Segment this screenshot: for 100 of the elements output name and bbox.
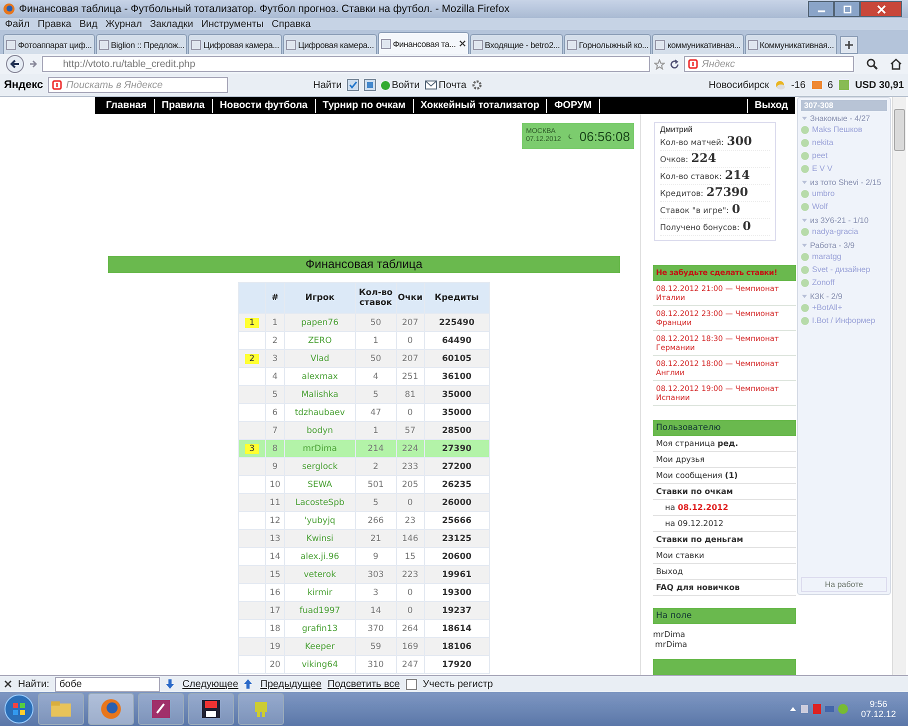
contact-group[interactable]: Работа - 3/9: [801, 241, 887, 250]
yandex-menu[interactable]: Яндекс: [4, 79, 44, 91]
down-arrow-icon[interactable]: [166, 679, 174, 689]
menu-link[interactable]: Мои ставки: [653, 548, 796, 564]
nav-link[interactable]: Новости футбола: [212, 98, 316, 112]
player-link[interactable]: serglock: [284, 458, 356, 476]
menu-link[interactable]: Ставки по деньгам: [653, 532, 796, 548]
player-link[interactable]: Kwinsi: [284, 530, 356, 548]
stat-value: 0: [742, 219, 751, 233]
table-cell: 223: [396, 566, 424, 584]
new-tab-button[interactable]: [840, 36, 858, 54]
back-button[interactable]: [6, 55, 24, 73]
contact-group[interactable]: из тото Shevi - 2/15: [801, 178, 887, 187]
nav-link[interactable]: ФОРУМ: [547, 98, 600, 112]
search-field[interactable]: Яндекс: [684, 56, 854, 72]
translate-icon[interactable]: [364, 79, 376, 91]
browser-tab[interactable]: Цифровая камера...: [283, 34, 377, 54]
nav-link[interactable]: Правила: [154, 98, 213, 112]
contact-group[interactable]: КЗК - 2/9: [801, 292, 887, 301]
browser-tab[interactable]: Цифровая камера...: [188, 34, 282, 54]
mail-count: 6: [828, 80, 834, 90]
online-user: mrDima: [653, 630, 686, 639]
forward-icon[interactable]: [28, 59, 38, 69]
group-name: КЗК - 2/9: [810, 292, 842, 301]
exit-link[interactable]: Выход: [746, 98, 795, 112]
player-link[interactable]: Vlad: [284, 350, 356, 368]
player-link[interactable]: papen76: [284, 314, 356, 332]
up-arrow-icon[interactable]: [244, 679, 252, 689]
home-icon[interactable]: [890, 58, 902, 70]
check-icon[interactable]: [346, 79, 359, 91]
menu-item[interactable]: Файл: [5, 18, 30, 30]
player-link[interactable]: bodyn: [284, 422, 356, 440]
table-cell: 2: [355, 458, 396, 476]
player-link[interactable]: Keeper: [284, 638, 356, 656]
envelope-icon: [424, 79, 437, 91]
find-field[interactable]: бобе: [55, 676, 160, 692]
date-link[interactable]: на 09.12.2012: [653, 516, 796, 532]
nav-link[interactable]: Хоккейный тотализатор: [414, 98, 548, 112]
table-cell: 19237: [424, 602, 490, 620]
menu-item[interactable]: Правка: [38, 18, 72, 30]
menu-link[interactable]: Моя страница ред.: [653, 436, 796, 452]
menu-item[interactable]: Справка: [272, 18, 311, 30]
highlight-all-button[interactable]: Подсветить все: [328, 678, 400, 690]
player-link[interactable]: veterok: [284, 566, 356, 584]
find-previous-button[interactable]: Предыдущее: [260, 678, 322, 690]
menu-item[interactable]: Журнал: [105, 18, 142, 30]
player-link[interactable]: LacosteSpb: [284, 494, 356, 512]
close-icon[interactable]: [4, 680, 12, 688]
system-tray-icons[interactable]: [788, 703, 849, 715]
menu-link[interactable]: Мои друзья: [653, 452, 796, 468]
player-link[interactable]: Malishka: [284, 386, 356, 404]
floppy-disk-taskbar-icon[interactable]: [188, 693, 234, 725]
browser-tab[interactable]: коммуникативная...: [652, 34, 744, 54]
menu-link[interactable]: Выход: [653, 564, 796, 580]
player-link[interactable]: fuad1997: [284, 602, 356, 620]
menu-item[interactable]: Инструменты: [201, 18, 264, 30]
browser-tab[interactable]: Входящие - betro2...: [470, 34, 563, 54]
search-field[interactable]: Поискать в Яндексе: [48, 77, 228, 93]
checkbox[interactable]: [406, 678, 417, 690]
login-button[interactable]: Войти: [380, 80, 420, 90]
date-link[interactable]: на 08.12.2012: [653, 500, 796, 516]
table-cell: 59: [355, 638, 396, 656]
table-cell: 28500: [424, 422, 490, 440]
minimize-button[interactable]: [808, 1, 834, 17]
browser-tab[interactable]: Biglion :: Предлож...: [96, 34, 188, 54]
search-engine-icon: [688, 59, 698, 69]
plus-icon: [844, 40, 854, 50]
browser-tab[interactable]: Коммуникативная...: [744, 34, 837, 54]
address-bar[interactable]: http://vtoto.ru/table_credit.php: [42, 56, 650, 72]
close-button[interactable]: [860, 1, 902, 17]
gear-icon[interactable]: [471, 79, 484, 91]
maximize-button[interactable]: [834, 1, 860, 17]
menu-link[interactable]: Ставки по очкам: [653, 484, 796, 500]
reload-icon[interactable]: [669, 58, 680, 70]
search-icon[interactable]: [866, 58, 878, 70]
find-next-button[interactable]: Следующее: [182, 678, 238, 690]
mail-button[interactable]: Почта: [424, 79, 466, 91]
contact-group[interactable]: из 3У6-21 - 1/10: [801, 216, 887, 225]
menu-link[interactable]: FAQ для новичков: [653, 580, 796, 596]
table-cell: 224: [396, 440, 424, 458]
stat-label: Ставок "в игре":: [660, 206, 729, 215]
status-button[interactable]: На работе: [801, 577, 887, 592]
menu-item[interactable]: Вид: [79, 18, 98, 30]
contact-group[interactable]: Знакомые - 4/27: [801, 114, 887, 123]
browser-tab[interactable]: Финансовая та...: [378, 32, 469, 54]
browser-tab[interactable]: Горнолыжный ко...: [564, 34, 652, 54]
star-icon[interactable]: [654, 58, 665, 70]
browser-tab[interactable]: Фотоаппарат циф...: [3, 34, 95, 54]
menu-link[interactable]: Мои сообщения (1): [653, 468, 796, 484]
nav-link[interactable]: Турнир по очкам: [316, 98, 414, 112]
table-cell: 35000: [424, 386, 490, 404]
nav-link[interactable]: Главная: [99, 98, 155, 112]
scrollbar[interactable]: [892, 97, 906, 675]
find-button[interactable]: Найти: [313, 80, 342, 90]
table-cell: 233: [396, 458, 424, 476]
player-link[interactable]: viking64: [284, 656, 356, 674]
close-icon[interactable]: [458, 40, 466, 47]
start-button[interactable]: [4, 694, 34, 724]
firefox-taskbar-icon[interactable]: [88, 693, 134, 725]
menu-item[interactable]: Закладки: [150, 18, 194, 30]
